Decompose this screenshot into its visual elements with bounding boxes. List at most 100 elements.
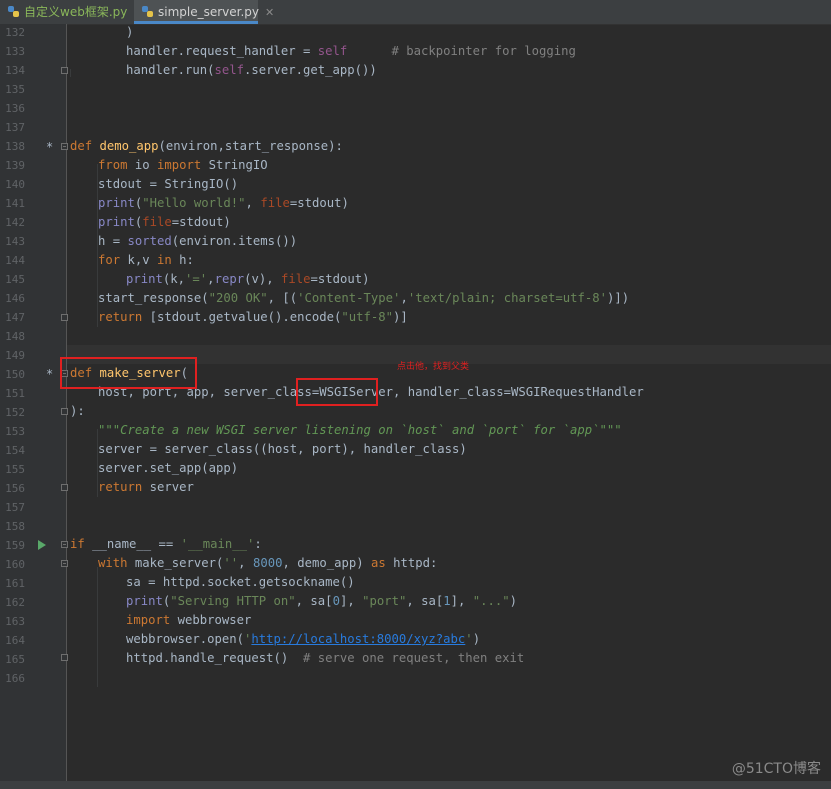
line-number: 136 <box>5 102 25 115</box>
code-keyword: return <box>98 310 150 324</box>
run-icon[interactable] <box>38 540 46 550</box>
code-text: =stdout) <box>310 272 370 286</box>
gutter-separator <box>66 24 67 781</box>
code-builtin: print <box>98 196 135 210</box>
tab-custom-web-framework[interactable]: 自定义web框架.py✕ <box>0 0 143 24</box>
code-line-159[interactable]: if __name__ == '__main__': <box>70 535 262 554</box>
fold-marker-icon[interactable] <box>61 67 68 74</box>
code-text: stdout = StringIO() <box>98 177 239 191</box>
code-self: self <box>214 63 245 77</box>
line-number: 166 <box>5 672 25 685</box>
code-line-146[interactable]: start_response("200 OK", [('Content-Type… <box>98 289 629 308</box>
line-number: 155 <box>5 463 25 476</box>
code-line-147[interactable]: return [stdout.getvalue().encode("utf-8"… <box>98 308 408 327</box>
code-string: "utf-8" <box>341 310 394 324</box>
code-text: (k, <box>162 272 186 286</box>
code-text: httpd.handle_request() <box>126 651 304 665</box>
line-number: 138 <box>5 140 25 153</box>
code-text: __name__ == <box>92 537 181 551</box>
code-text: server <box>149 480 194 494</box>
line-number: 135 <box>5 83 25 96</box>
code-text: handler.request_handler = <box>126 44 318 58</box>
fold-marker-icon[interactable] <box>61 314 68 321</box>
code-text: (v), <box>244 272 281 286</box>
code-keyword: return <box>98 480 150 494</box>
code-keyword: in <box>157 253 180 267</box>
code-text: ], <box>450 594 473 608</box>
code-line-138[interactable]: def demo_app(environ,start_response): <box>70 137 343 156</box>
code-text: (environ,start_response): <box>158 139 343 153</box>
code-number: 8000 <box>252 556 283 570</box>
url-link[interactable]: http://localhost:8000/xyz?abc <box>251 632 465 646</box>
close-tab-icon[interactable]: ✕ <box>265 6 274 19</box>
line-number: 147 <box>5 311 25 324</box>
code-line-155[interactable]: server.set_app(app) <box>98 459 238 478</box>
code-line-140[interactable]: stdout = StringIO() <box>98 175 238 194</box>
code-text: , sa[ <box>406 594 444 608</box>
line-number: 156 <box>5 482 25 495</box>
code-line-163[interactable]: import webbrowser <box>126 611 251 630</box>
code-text: , <box>207 272 215 286</box>
code-line-142[interactable]: print(file=stdout) <box>98 213 231 232</box>
code-text: )]) <box>606 291 630 305</box>
code-line-145[interactable]: print(k,'=',repr(v), file=stdout) <box>126 270 370 289</box>
code-line-162[interactable]: print("Serving HTTP on", sa[0], "port", … <box>126 592 517 611</box>
code-line-152[interactable]: ): <box>70 402 85 421</box>
line-number: 145 <box>5 273 25 286</box>
code-text: httpd: <box>393 556 438 570</box>
code-line-143[interactable]: h = sorted(environ.items()) <box>98 232 297 251</box>
code-line-132[interactable]: ) <box>126 23 133 42</box>
code-string: "port" <box>362 594 407 608</box>
code-line-133[interactable]: handler.request_handler = self # backpoi… <box>126 42 576 61</box>
code-line-144[interactable]: for k,v in h: <box>98 251 194 270</box>
code-text: ) <box>509 594 518 608</box>
fold-marker-icon[interactable] <box>61 541 68 548</box>
code-line-134[interactable]: handler.run(self.server.get_app()) <box>126 61 377 80</box>
code-text: , <box>238 556 253 570</box>
python-file-icon <box>142 6 153 17</box>
code-line-154[interactable]: server = server_class((host, port), hand… <box>98 440 467 459</box>
code-line-139[interactable]: from io import StringIO <box>98 156 268 175</box>
code-builtin: repr <box>214 272 245 286</box>
code-line-164[interactable]: webbrowser.open('http://localhost:8000/x… <box>126 630 480 649</box>
code-keyword: import <box>126 613 178 627</box>
line-number: 158 <box>5 520 25 533</box>
fold-marker-icon[interactable] <box>61 560 68 567</box>
code-line-153[interactable]: """Create a new WSGI server listening on… <box>98 421 622 440</box>
code-text: server = server_class((host, port), hand… <box>98 442 467 456</box>
code-builtin: print <box>126 272 163 286</box>
python-file-icon <box>8 6 19 17</box>
code-line-141[interactable]: print("Hello world!", file=stdout) <box>98 194 349 213</box>
code-line-160[interactable]: with make_server('', 8000, demo_app) as … <box>98 554 437 573</box>
horizontal-scrollbar[interactable] <box>0 781 831 789</box>
line-number: 161 <box>5 577 25 590</box>
code-number: 0 <box>332 594 340 608</box>
code-line-165[interactable]: httpd.handle_request() # serve one reque… <box>126 649 524 668</box>
code-text: server.set_app(app) <box>98 461 239 475</box>
modified-marker: * <box>46 367 54 381</box>
line-number: 143 <box>5 235 25 248</box>
tab-label: 自定义web框架.py <box>24 5 128 19</box>
tab-simple-server[interactable]: simple_server.py ✕ <box>134 0 274 24</box>
fold-marker-icon[interactable] <box>61 654 68 661</box>
fold-marker-icon[interactable] <box>61 143 68 150</box>
editor-tab-bar: 自定义web框架.py✕ simple_server.py ✕ <box>0 0 831 25</box>
code-kwarg: file <box>280 272 311 286</box>
code-text: ) <box>126 25 134 39</box>
code-line-161[interactable]: sa = httpd.socket.getsockname() <box>126 573 355 592</box>
code-kwarg: file <box>260 196 290 210</box>
code-keyword: from <box>98 158 135 172</box>
code-text: webbrowser <box>177 613 252 627</box>
line-number: 163 <box>5 615 25 628</box>
code-keyword: def <box>70 139 100 153</box>
code-kwarg: file <box>142 215 172 229</box>
fold-marker-icon[interactable] <box>61 408 68 415</box>
code-text: , <box>400 291 408 305</box>
line-number: 141 <box>5 197 25 210</box>
code-line-156[interactable]: return server <box>98 478 194 497</box>
fold-marker-icon[interactable] <box>61 484 68 491</box>
code-string: 'Content-Type' <box>297 291 401 305</box>
code-self: self <box>317 44 348 58</box>
code-text: make_server( <box>134 556 224 570</box>
